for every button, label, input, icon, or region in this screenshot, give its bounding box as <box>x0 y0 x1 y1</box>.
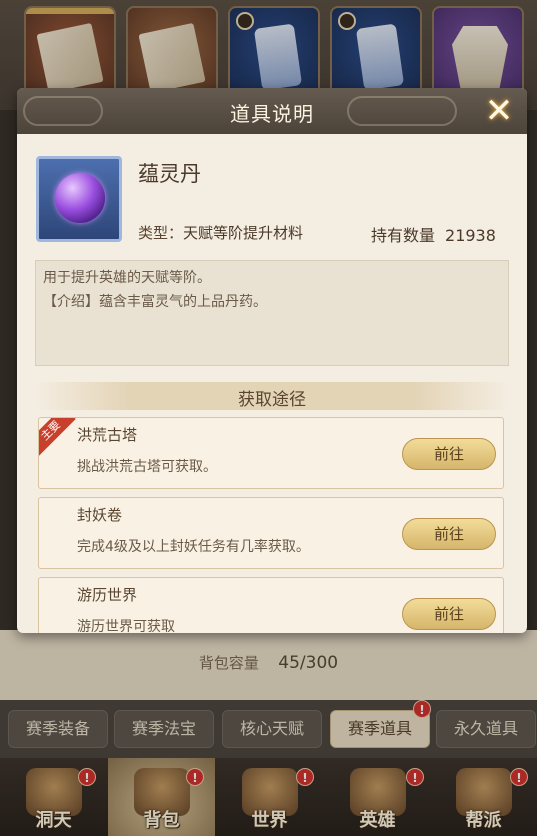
acquire-route: 封妖卷 完成4级及以上封妖任务有几率获取。 前往 <box>38 497 504 569</box>
go-button[interactable]: 前往 <box>402 518 496 550</box>
go-button[interactable]: 前往 <box>402 438 496 470</box>
item-count: 持有数量 21938 <box>371 222 496 246</box>
section-title: 获取途径 <box>238 390 306 410</box>
acquire-route: 游历世界 游历世界可获取 前往 <box>38 577 504 633</box>
close-icon[interactable]: ✕ <box>479 92 519 132</box>
item-icon-frame <box>36 156 122 242</box>
route-description: 游历世界可获取 <box>77 619 175 633</box>
route-name: 游历世界 <box>77 586 138 604</box>
route-name: 封妖卷 <box>77 506 123 524</box>
route-name: 洪荒古塔 <box>77 426 138 444</box>
route-description: 挑战洪荒古塔可获取。 <box>77 459 217 475</box>
item-count-label: 持有数量 <box>371 226 436 245</box>
acquire-route: 主要 洪荒古塔 挑战洪荒古塔可获取。 前往 <box>38 417 504 489</box>
item-name: 蕴灵丹 <box>138 162 201 186</box>
description-line: 【介绍】蕴含丰富灵气的上品丹药。 <box>43 294 267 310</box>
route-description: 完成4级及以上封妖任务有几率获取。 <box>77 539 310 555</box>
item-type-label: 类型： <box>138 224 184 242</box>
dialog-title: 道具说明 <box>230 102 314 126</box>
go-button[interactable]: 前往 <box>402 598 496 630</box>
item-count-value: 21938 <box>445 226 496 245</box>
item-type-value: 天赋等阶提升材料 <box>183 224 304 242</box>
item-description: 用于提升英雄的天赋等阶。 【介绍】蕴含丰富灵气的上品丹药。 <box>35 260 509 366</box>
item-type: 类型：天赋等阶提升材料 <box>138 222 303 243</box>
main-route-tag: 主要 <box>39 418 76 456</box>
item-info-dialog: 道具说明 ✕ 蕴灵丹 类型：天赋等阶提升材料 持有数量 21938 用于提升英雄的… <box>17 88 527 633</box>
purple-orb-icon <box>55 173 105 223</box>
description-line: 用于提升英雄的天赋等阶。 <box>43 270 211 286</box>
